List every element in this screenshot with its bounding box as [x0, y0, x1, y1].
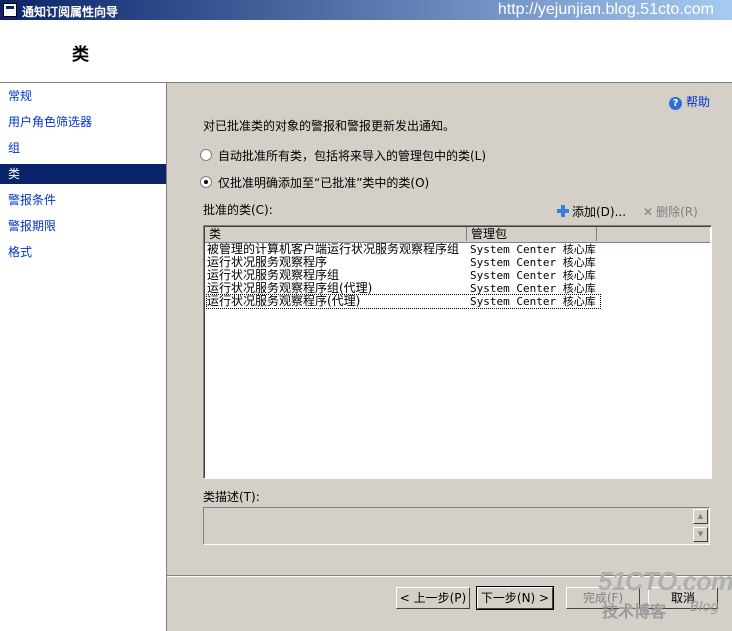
logo-blog-text: Blog: [690, 600, 719, 615]
table-row[interactable]: 运行状况服务观察程序 System Center 核心库: [207, 256, 600, 269]
nav-item-group[interactable]: 组: [0, 138, 166, 158]
table-row[interactable]: 运行状况服务观察程序(代理) System Center 核心库: [206, 294, 601, 309]
delete-button[interactable]: ✕ 删除(R): [643, 203, 698, 220]
nav-item-general[interactable]: 常规: [0, 86, 166, 106]
window-icon: [3, 3, 17, 17]
list-rows: 被管理的计算机客户端运行状况服务观察程序组 System Center 核心库 运…: [206, 243, 601, 309]
list-toolbar: 添加(D)... ✕ 删除(R): [557, 203, 707, 223]
window-title: 通知订阅属性向导: [22, 5, 119, 19]
nav-item-alert-criteria[interactable]: 警报条件: [0, 190, 166, 210]
class-description-field[interactable]: ▲ ▼: [203, 507, 710, 545]
wizard-nav: 常规 用户角色筛选器 组 类 警报条件 警报期限 格式: [0, 83, 167, 631]
approved-classes-list[interactable]: 类 管理包 被管理的计算机客户端运行状况服务观察程序组 System Center…: [203, 225, 712, 479]
table-row[interactable]: 运行状况服务观察程序组 System Center 核心库: [207, 269, 600, 282]
table-row[interactable]: 运行状况服务观察程序组(代理) System Center 核心库: [207, 282, 600, 295]
approved-classes-label: 批准的类(C):: [203, 203, 273, 217]
radio-approve-only[interactable]: 仅批准明确添加至“已批准”类中的类(O): [200, 174, 429, 191]
cell-pack: System Center 核心库: [470, 243, 596, 256]
add-button-label: 添加(D)...: [572, 205, 627, 219]
cell-class: 被管理的计算机客户端运行状况服务观察程序组: [207, 243, 460, 256]
table-row[interactable]: 被管理的计算机客户端运行状况服务观察程序组 System Center 核心库: [207, 243, 600, 256]
site-logo: 51CTO.com 技术博客 Blog: [598, 566, 732, 626]
back-button[interactable]: < 上一步(P): [396, 587, 470, 609]
plus-icon: [557, 205, 569, 217]
class-description-label: 类描述(T):: [203, 490, 260, 504]
watermark-url: http://yejunjian.blog.51cto.com: [497, 1, 714, 18]
cell-class: 运行状况服务观察程序组: [207, 269, 340, 282]
nav-item-class[interactable]: 类: [0, 164, 166, 184]
next-button[interactable]: 下一步(N) >: [476, 586, 554, 610]
title-bar: 通知订阅属性向导 http://yejunjian.blog.51cto.com: [0, 0, 732, 20]
cell-class: 运行状况服务观察程序组(代理): [207, 282, 373, 295]
delete-button-label: 删除(R): [656, 205, 698, 219]
scroll-down-button[interactable]: ▼: [693, 527, 708, 542]
radio-approve-only-label: 仅批准明确添加至“已批准”类中的类(O): [218, 176, 430, 190]
x-icon: ✕: [643, 205, 654, 219]
logo-sub-text: 技术博客: [602, 602, 667, 621]
add-button[interactable]: 添加(D)...: [557, 203, 626, 220]
radio-approve-all[interactable]: 自动批准所有类，包括将来导入的管理包中的类(L): [200, 147, 486, 164]
help-link[interactable]: ? 帮助: [668, 93, 710, 110]
radio-approve-all-label: 自动批准所有类，包括将来导入的管理包中的类(L): [218, 149, 487, 163]
radio-button[interactable]: [200, 149, 212, 161]
cell-pack: System Center 核心库: [470, 282, 596, 295]
radio-button-checked[interactable]: [200, 176, 212, 188]
cell-class: 运行状况服务观察程序: [207, 256, 328, 269]
page-title: 类: [72, 45, 89, 65]
cell-pack: System Center 核心库: [470, 256, 596, 269]
cell-pack: System Center 核心库: [470, 295, 596, 308]
scroll-up-button[interactable]: ▲: [693, 509, 708, 524]
page-header: 类: [0, 20, 732, 83]
column-header-class[interactable]: 类: [205, 227, 467, 241]
nav-item-user-role-filter[interactable]: 用户角色筛选器: [0, 112, 166, 132]
cell-pack: System Center 核心库: [470, 269, 596, 282]
help-label: 帮助: [685, 95, 710, 109]
nav-item-format[interactable]: 格式: [0, 242, 166, 262]
list-header: 类 管理包: [205, 227, 710, 243]
content-pane: ? 帮助 对已批准类的对象的警报和警报更新发出通知。 自动批准所有类，包括将来导入…: [167, 83, 732, 631]
nav-item-alert-aging[interactable]: 警报期限: [0, 216, 166, 236]
cell-class: 运行状况服务观察程序(代理): [207, 295, 361, 308]
column-header-pack[interactable]: 管理包: [467, 227, 597, 241]
logo-main-text: 51CTO.com: [598, 566, 732, 596]
description-text: 对已批准类的对象的警报和警报更新发出通知。: [203, 119, 456, 133]
help-icon: ?: [668, 97, 682, 110]
